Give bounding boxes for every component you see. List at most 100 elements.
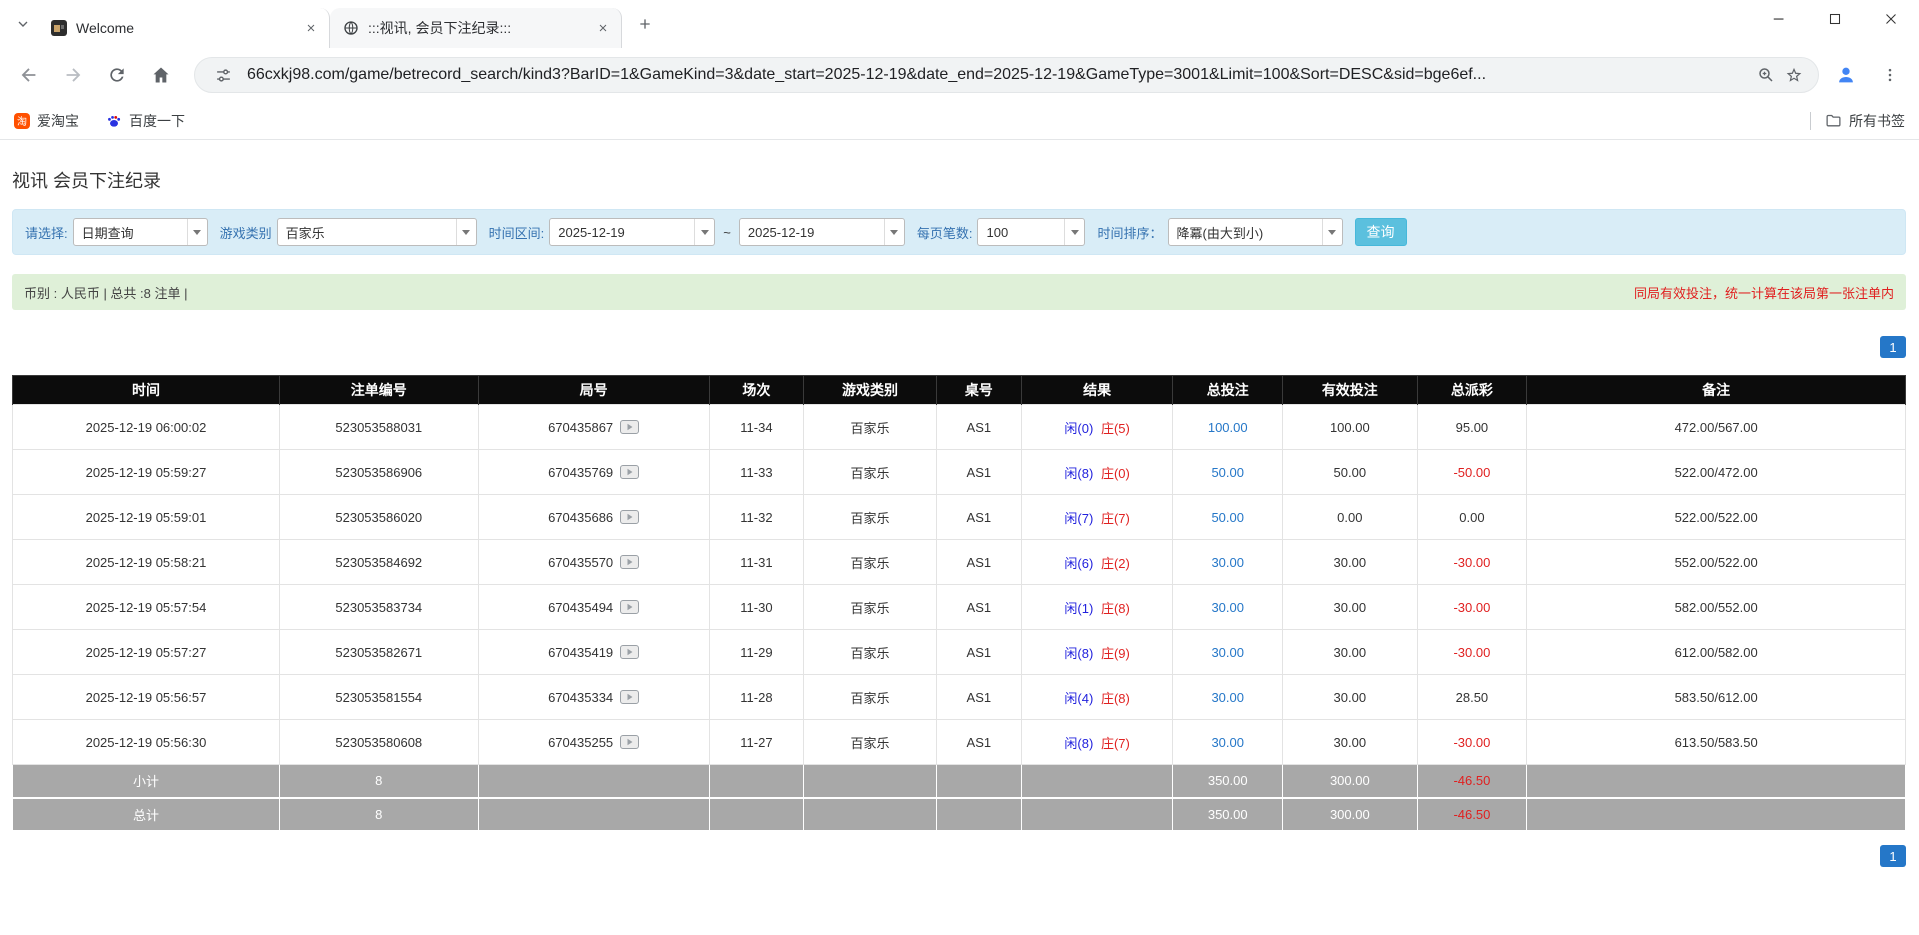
reload-button[interactable] [98, 56, 136, 94]
home-button[interactable] [142, 56, 180, 94]
footer-payout: -46.50 [1417, 798, 1527, 831]
cell-total-bet[interactable]: 30.00 [1211, 645, 1244, 660]
url-text[interactable]: 66cxkj98.com/game/betrecord_search/kind3… [247, 66, 1742, 84]
tab-close-icon[interactable] [301, 18, 321, 38]
tab-betrecord[interactable]: :::视讯, 会员下注纪录::: [330, 8, 622, 48]
query-type-value: 日期查询 [74, 219, 187, 245]
result-player: 闲(4) [1064, 691, 1093, 706]
baidu-paw-icon [105, 112, 122, 129]
cell-remark: 522.00/472.00 [1527, 450, 1906, 495]
tab-close-icon[interactable] [593, 18, 613, 38]
back-icon [18, 64, 40, 86]
header-remark: 备注 [1527, 376, 1906, 405]
tab-welcome[interactable]: Welcome [38, 8, 330, 48]
new-tab-button[interactable] [630, 9, 660, 39]
select-type-label: 请选择: [25, 223, 68, 242]
cell-remark: 583.50/612.00 [1527, 675, 1906, 720]
cell-remark: 612.00/582.00 [1527, 630, 1906, 675]
cell-time: 2025-12-19 05:58:21 [13, 540, 280, 585]
chevron-down-icon [884, 219, 904, 245]
bookmark-baidu[interactable]: 百度一下 [105, 111, 185, 131]
cell-session: 11-28 [709, 675, 804, 720]
round-number: 670435686 [548, 510, 613, 525]
result-player: 闲(8) [1064, 736, 1093, 751]
home-icon [151, 65, 171, 85]
video-replay-icon[interactable] [620, 420, 639, 434]
chevron-down-icon [187, 219, 207, 245]
cell-total-bet[interactable]: 30.00 [1211, 735, 1244, 750]
bookmark-taobao[interactable]: 淘 爱淘宝 [14, 111, 79, 131]
table-row: 2025-12-19 05:59:01 523053586020 6704356… [13, 495, 1906, 540]
cell-session: 11-32 [709, 495, 804, 540]
header-payout: 总派彩 [1417, 376, 1527, 405]
cell-bet-id: 523053588031 [279, 405, 478, 450]
cell-valid-bet: 100.00 [1283, 405, 1417, 450]
cell-result: 闲(8) 庄(7) [1021, 720, 1172, 765]
cell-total-bet[interactable]: 50.00 [1211, 465, 1244, 480]
cell-total-bet[interactable]: 30.00 [1211, 555, 1244, 570]
video-replay-icon[interactable] [620, 465, 639, 479]
round-number: 670435334 [548, 690, 613, 705]
back-button[interactable] [10, 56, 48, 94]
game-type-select[interactable]: 百家乐 [277, 218, 477, 246]
video-replay-icon[interactable] [620, 735, 639, 749]
sort-label: 时间排序： [1097, 223, 1162, 242]
cell-result: 闲(8) 庄(0) [1021, 450, 1172, 495]
video-replay-icon[interactable] [620, 600, 639, 614]
summary-note-text: 同局有效投注，统一计算在该局第一张注单内 [1634, 283, 1894, 302]
cell-total-bet[interactable]: 50.00 [1211, 510, 1244, 525]
result-banker: 庄(8) [1101, 601, 1130, 616]
cell-time: 2025-12-19 06:00:02 [13, 405, 280, 450]
cell-total-bet[interactable]: 30.00 [1211, 600, 1244, 615]
cell-total-bet[interactable]: 100.00 [1208, 420, 1248, 435]
sort-select[interactable]: 降冪(由大到小) [1168, 218, 1343, 246]
date-end-value: 2025-12-19 [740, 219, 884, 245]
address-bar[interactable]: 66cxkj98.com/game/betrecord_search/kind3… [194, 57, 1819, 93]
video-replay-icon[interactable] [620, 645, 639, 659]
chevron-down-icon [15, 16, 31, 32]
maximize-button[interactable] [1807, 0, 1863, 38]
cell-total-bet[interactable]: 30.00 [1211, 690, 1244, 705]
cell-valid-bet: 50.00 [1283, 450, 1417, 495]
cell-table-no: AS1 [936, 495, 1021, 540]
page-number-button[interactable]: 1 [1880, 845, 1906, 867]
all-bookmarks-button[interactable]: 所有书签 [1825, 111, 1905, 131]
cell-table-no: AS1 [936, 405, 1021, 450]
result-player: 闲(0) [1064, 421, 1093, 436]
tab-title: :::视讯, 会员下注纪录::: [368, 18, 593, 38]
page-content: 视讯 会员下注纪录 请选择: 日期查询 游戏类别 百家乐 时间区间: 2025-… [0, 140, 1919, 867]
page-thumbnail-icon [50, 20, 67, 37]
menu-button[interactable] [1871, 56, 1909, 94]
minimize-button[interactable] [1751, 0, 1807, 38]
page-number-button[interactable]: 1 [1880, 336, 1906, 358]
query-type-select[interactable]: 日期查询 [73, 218, 208, 246]
video-replay-icon[interactable] [620, 555, 639, 569]
date-end-select[interactable]: 2025-12-19 [739, 218, 905, 246]
filter-bar: 请选择: 日期查询 游戏类别 百家乐 时间区间: 2025-12-19 ~ 20… [12, 209, 1906, 255]
page-size-select[interactable]: 100 [977, 218, 1085, 246]
cell-result: 闲(8) 庄(9) [1021, 630, 1172, 675]
result-player: 闲(7) [1064, 511, 1093, 526]
date-start-select[interactable]: 2025-12-19 [549, 218, 715, 246]
tab-search-button[interactable] [8, 9, 38, 39]
site-settings-icon[interactable] [209, 61, 237, 89]
window-close-button[interactable] [1863, 0, 1919, 38]
search-button[interactable]: 查询 [1355, 218, 1407, 246]
footer-total-bet: 350.00 [1173, 765, 1283, 798]
cell-table-no: AS1 [936, 450, 1021, 495]
cell-table-no: AS1 [936, 630, 1021, 675]
result-banker: 庄(2) [1101, 556, 1130, 571]
table-header-row: 时间 注单编号 局号 场次 游戏类别 桌号 结果 总投注 有效投注 总派彩 备注 [13, 376, 1906, 405]
video-replay-icon[interactable] [620, 690, 639, 704]
forward-button[interactable] [54, 56, 92, 94]
all-bookmarks-label: 所有书签 [1849, 111, 1905, 131]
cell-game-type: 百家乐 [804, 675, 937, 720]
cell-table-no: AS1 [936, 585, 1021, 630]
header-bet-id: 注单编号 [279, 376, 478, 405]
zoom-icon[interactable] [1752, 61, 1780, 89]
header-table-no: 桌号 [936, 376, 1021, 405]
video-replay-icon[interactable] [620, 510, 639, 524]
bookmark-star-icon[interactable] [1780, 61, 1808, 89]
tab-title: Welcome [76, 20, 301, 36]
profile-button[interactable] [1827, 56, 1865, 94]
